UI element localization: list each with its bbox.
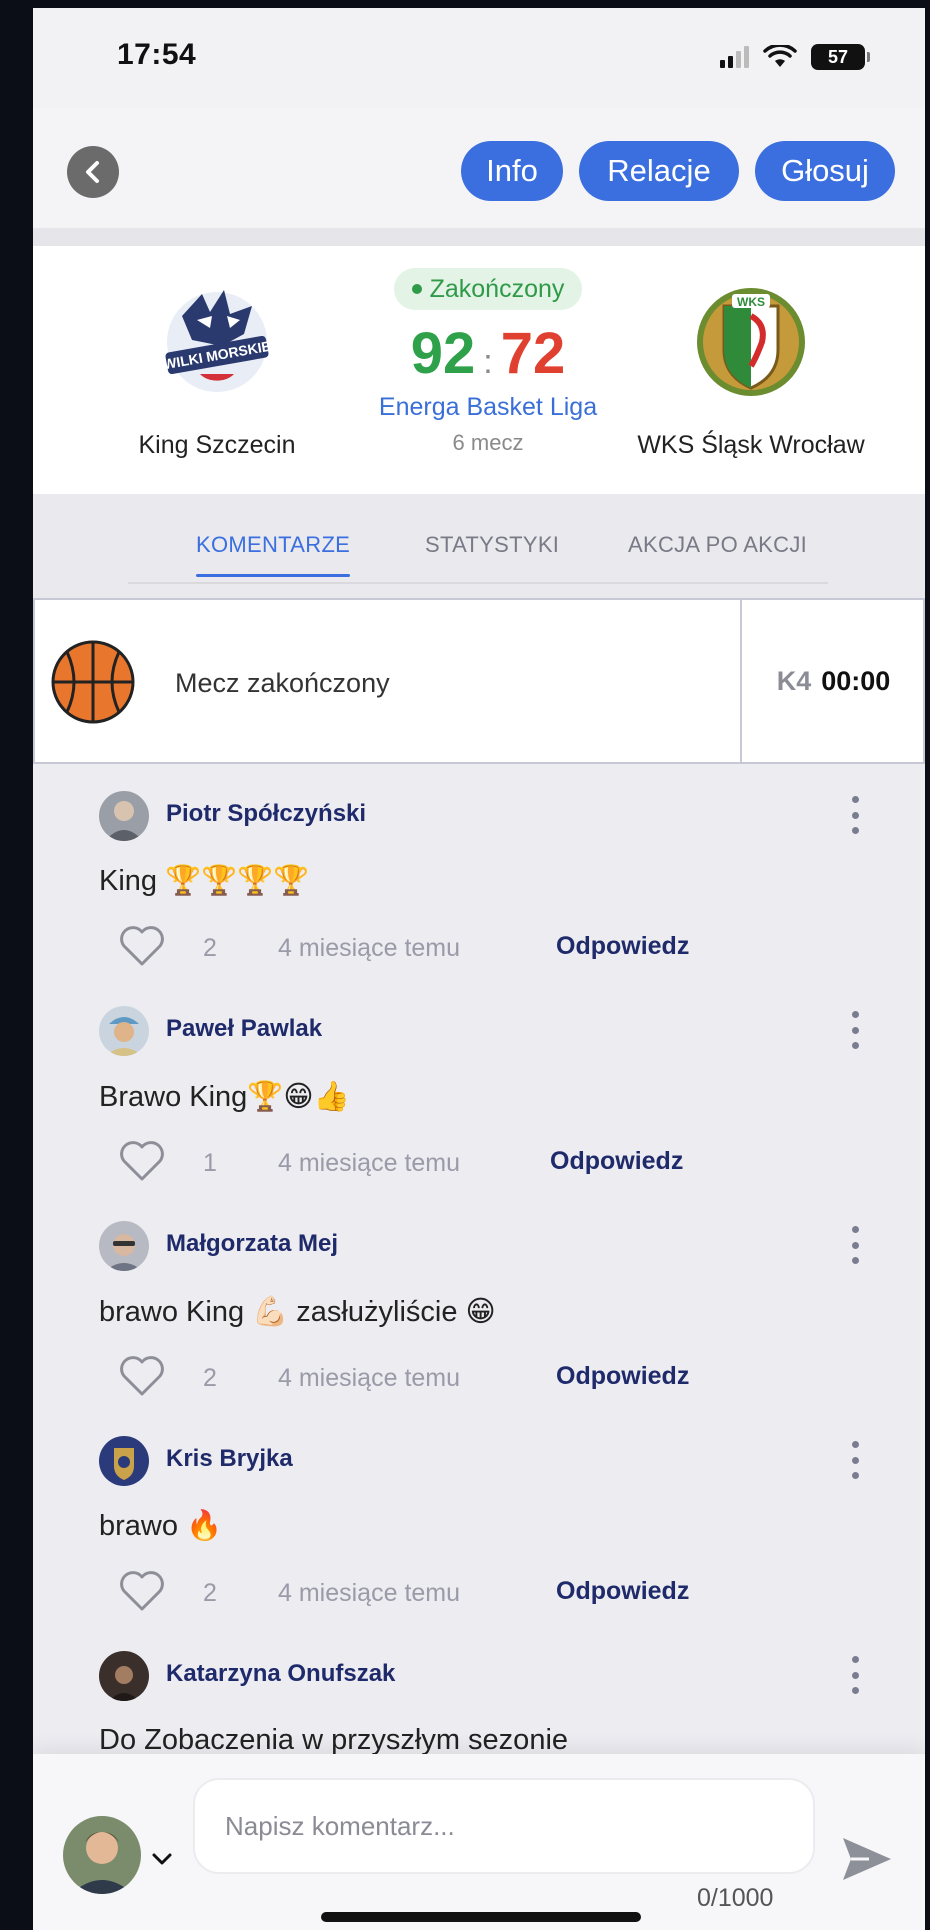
comment-time: 4 miesiące temu <box>278 934 461 962</box>
battery-icon: 57 <box>811 44 870 70</box>
heart-icon[interactable] <box>117 1567 167 1613</box>
top-bar: Info Relacje Głosuj <box>33 108 925 228</box>
event-time: K4 00:00 <box>740 600 925 762</box>
comment-input[interactable] <box>193 1778 815 1874</box>
tab-bar: KOMENTARZE STATYSTYKI AKCJA PO AKCJI <box>128 532 828 584</box>
home-indicator <box>321 1912 641 1922</box>
comment-author[interactable]: Piotr Spółczyński <box>166 800 366 828</box>
comment-author[interactable]: Małgorzata Mej <box>166 1230 338 1258</box>
like-count: 2 <box>203 1579 217 1607</box>
comment-time: 4 miesiące temu <box>278 1579 461 1607</box>
comment-time: 4 miesiące temu <box>278 1149 461 1177</box>
comment-item: Piotr Spółczyński King 🏆🏆🏆🏆 2 4 miesiące… <box>33 764 925 979</box>
info-button[interactable]: Info <box>461 141 563 201</box>
header-actions: Info Relacje Głosuj <box>461 141 895 201</box>
basketball-icon <box>51 640 135 724</box>
away-team[interactable]: WKS WKS Śląsk Wrocław <box>621 276 881 460</box>
event-clock: 00:00 <box>821 665 891 696</box>
match-status-badge: Zakończony <box>393 268 583 310</box>
reply-button[interactable]: Odpowiedz <box>556 1577 689 1606</box>
chevron-left-icon <box>86 161 99 183</box>
comment-menu-button[interactable] <box>845 1222 865 1268</box>
tab-komentarze[interactable]: KOMENTARZE <box>196 532 351 577</box>
heart-icon[interactable] <box>117 1137 167 1183</box>
cellular-signal-icon <box>720 46 749 68</box>
comment-menu-button[interactable] <box>845 1437 865 1483</box>
score-separator: : <box>483 343 493 381</box>
comment-menu-button[interactable] <box>845 1652 865 1698</box>
match-event-row: Mecz zakończony K4 00:00 <box>33 598 925 764</box>
avatar[interactable] <box>99 1436 149 1486</box>
avatar[interactable] <box>99 1221 149 1271</box>
tab-akcja-po-akcji[interactable]: AKCJA PO AKCJI <box>628 532 807 558</box>
status-dot-icon <box>411 284 422 294</box>
tab-statystyki[interactable]: STATYSTYKI <box>425 532 559 558</box>
comment-time: 4 miesiące temu <box>278 1364 461 1392</box>
king-szczecin-logo: WILKI MORSKIE <box>162 290 272 392</box>
wifi-icon <box>763 45 797 67</box>
relacje-button[interactable]: Relacje <box>579 141 739 201</box>
heart-icon[interactable] <box>117 922 167 968</box>
comment-author[interactable]: Katarzyna Onufszak <box>166 1660 395 1688</box>
reply-button[interactable]: Odpowiedz <box>550 1147 683 1176</box>
slask-wroclaw-logo: WKS <box>697 288 805 396</box>
away-team-name: WKS Śląsk Wrocław <box>637 431 865 459</box>
comment-item: Małgorzata Mej brawo King 💪🏻 zasłużyliśc… <box>33 1194 925 1409</box>
svg-text:WKS: WKS <box>737 295 765 309</box>
home-team[interactable]: WILKI MORSKIE King Szczecin <box>107 276 327 460</box>
comment-composer: 0/1000 <box>33 1754 925 1930</box>
event-quarter: K4 <box>776 665 812 696</box>
away-score: 72 <box>500 321 566 386</box>
match-round: 6 mecz <box>452 430 524 455</box>
like-count: 1 <box>203 1149 217 1177</box>
glosuj-button[interactable]: Głosuj <box>755 141 895 201</box>
status-bar: 17:54 57 <box>33 8 925 108</box>
comment-text: Do Zobaczenia w przyszłym sezonie <box>99 1724 569 1754</box>
league-link[interactable]: Energa Basket Liga <box>343 393 633 422</box>
event-description: Mecz zakończony <box>175 668 390 698</box>
phone-screen: 17:54 57 Info Relacje Głosuj WILKI MORSK… <box>33 8 925 1930</box>
avatar[interactable] <box>99 1651 149 1701</box>
comment-author[interactable]: Kris Bryjka <box>166 1445 293 1473</box>
chevron-down-icon[interactable] <box>151 1852 173 1866</box>
current-user-avatar[interactable] <box>63 1816 141 1894</box>
scoreboard: 92 : 72 <box>343 320 633 387</box>
character-counter: 0/1000 <box>697 1884 774 1912</box>
reply-button[interactable]: Odpowiedz <box>556 1362 689 1391</box>
match-card: WILKI MORSKIE King Szczecin Zakończony 9… <box>33 246 925 494</box>
comment-text: brawo 🔥 <box>99 1510 223 1542</box>
status-time: 17:54 <box>117 38 197 71</box>
comments-list: Piotr Spółczyński King 🏆🏆🏆🏆 2 4 miesiące… <box>33 764 925 1754</box>
match-summary: Zakończony 92 : 72 Energa Basket Liga 6 … <box>343 268 633 456</box>
header-divider <box>33 228 925 246</box>
home-team-name: King Szczecin <box>138 431 296 459</box>
back-button[interactable] <box>67 146 119 198</box>
avatar[interactable] <box>99 791 149 841</box>
tabs-area: KOMENTARZE STATYSTYKI AKCJA PO AKCJI <box>33 494 925 598</box>
reply-button[interactable]: Odpowiedz <box>556 932 689 961</box>
home-score: 92 <box>410 321 476 386</box>
like-count: 2 <box>203 1364 217 1392</box>
comment-item: Katarzyna Onufszak Do Zobaczenia w przys… <box>33 1624 925 1754</box>
avatar[interactable] <box>99 1006 149 1056</box>
comment-item: Kris Bryjka brawo 🔥 2 4 miesiące temu Od… <box>33 1409 925 1624</box>
comment-item: Paweł Pawlak Brawo King🏆😁👍 1 4 miesiące … <box>33 979 925 1194</box>
comment-menu-button[interactable] <box>845 792 865 838</box>
status-icons: 57 <box>720 44 870 70</box>
comment-author[interactable]: Paweł Pawlak <box>166 1015 322 1043</box>
comment-menu-button[interactable] <box>845 1007 865 1053</box>
comment-text: King 🏆🏆🏆🏆 <box>99 865 310 897</box>
heart-icon[interactable] <box>117 1352 167 1398</box>
like-count: 2 <box>203 934 217 962</box>
comment-text: brawo King 💪🏻 zasłużyliście 😁 <box>99 1296 496 1328</box>
send-icon[interactable] <box>839 1834 895 1884</box>
comment-text: Brawo King🏆😁👍 <box>99 1081 350 1113</box>
